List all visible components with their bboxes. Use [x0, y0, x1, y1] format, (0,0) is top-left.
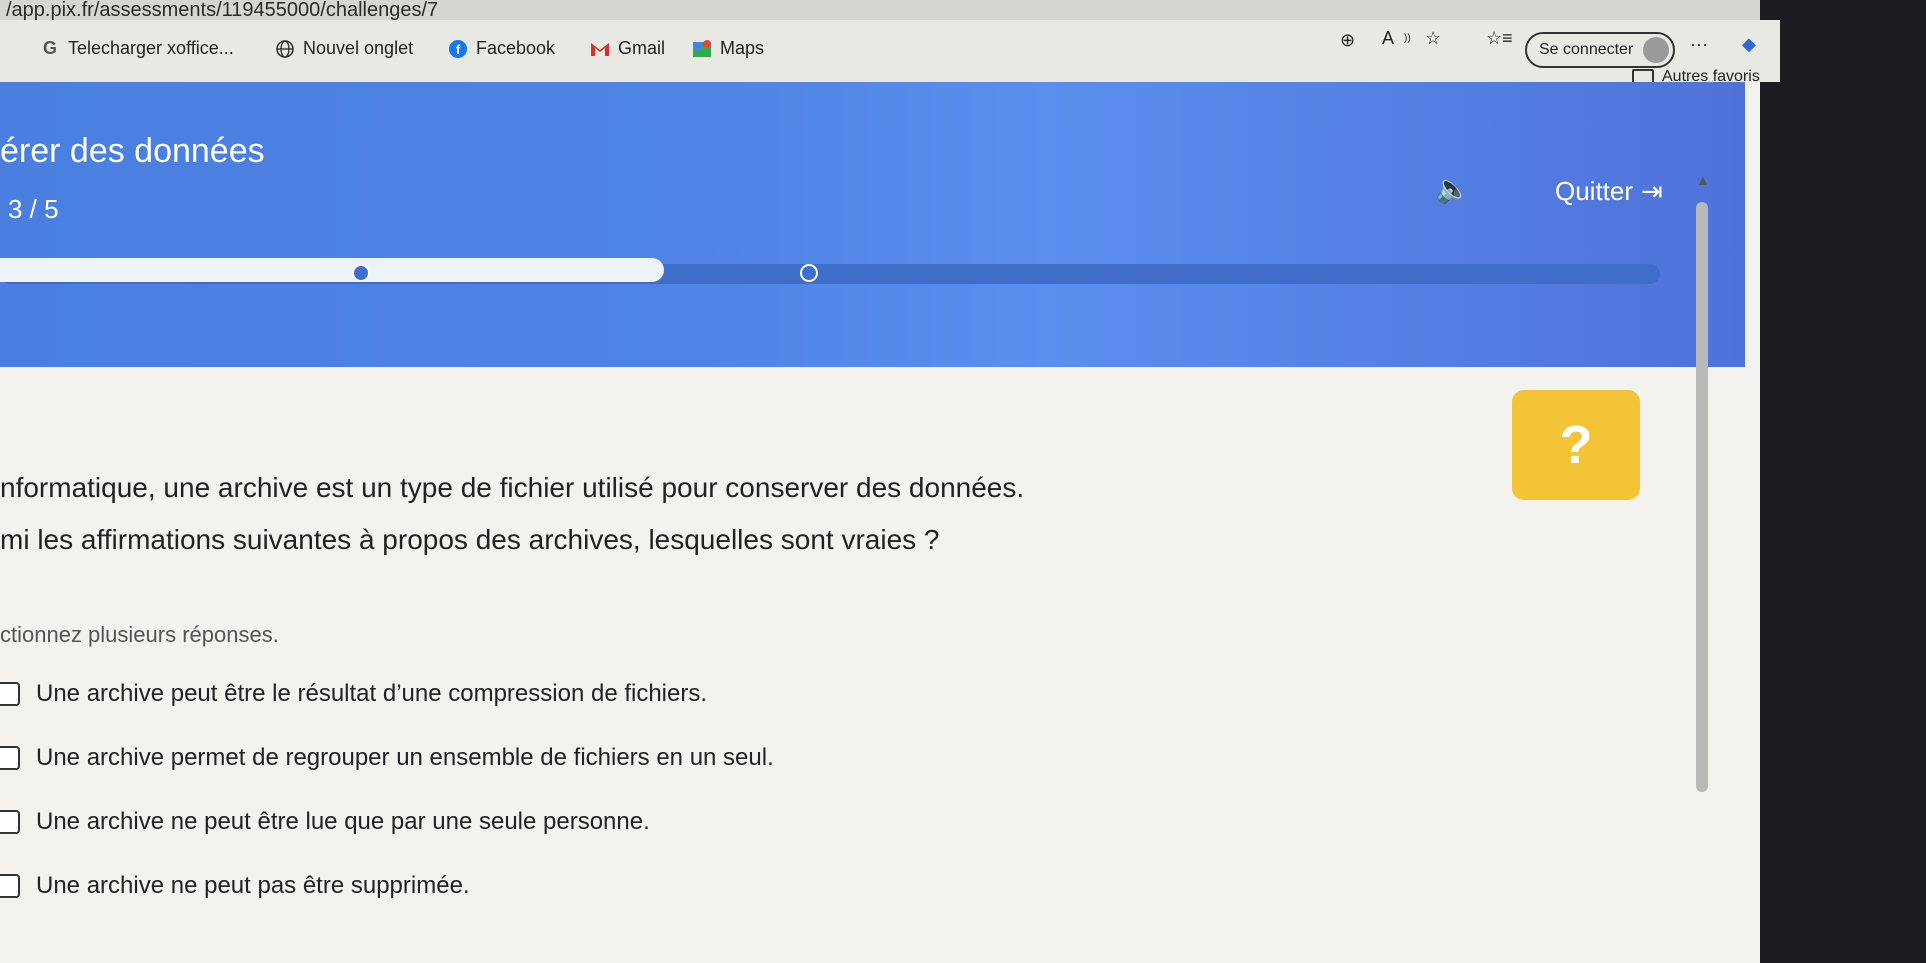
favorites-bar: G Telecharger xoffice... Nouvel onglet f…: [0, 20, 1780, 86]
sign-in-label: Se connecter: [1539, 41, 1634, 58]
globe-icon: [275, 39, 295, 59]
option-1[interactable]: Une archive peut être le résultat d’une …: [0, 680, 707, 708]
svg-text:f: f: [456, 42, 461, 57]
question-mark-icon: ?: [1559, 415, 1593, 475]
progress-bar: [0, 258, 664, 282]
page-title: érer des données: [0, 132, 265, 170]
read-aloud-icon[interactable]: A)): [1382, 28, 1411, 49]
address-bar[interactable]: /app.pix.fr/assessments/119455000/challe…: [0, 0, 1760, 20]
option-label: Une archive permet de regrouper un ensem…: [36, 744, 774, 771]
quit-label: Quitter: [1555, 176, 1634, 206]
gmail-icon: [590, 39, 610, 59]
scrollbar[interactable]: [1696, 202, 1708, 792]
question-intro: nformatique, une archive est un type de …: [0, 472, 1025, 503]
copilot-icon[interactable]: ◆: [1742, 34, 1756, 55]
bookmark-label: Maps: [720, 38, 765, 58]
page-content: érer des données 3 / 5 🔈 Quitter ⇥ ? nfo…: [0, 82, 1760, 963]
bookmark-label: Gmail: [618, 38, 666, 58]
facebook-icon: f: [448, 39, 468, 59]
progress-step-dot: [800, 264, 818, 282]
option-4[interactable]: Une archive ne peut pas être supprimée.: [0, 872, 470, 900]
bookmark-label: Telecharger xoffice...: [68, 38, 234, 58]
bookmark-telecharger[interactable]: G Telecharger xoffice...: [40, 38, 234, 59]
exit-icon: ⇥: [1641, 176, 1663, 206]
maps-icon: [692, 39, 712, 59]
zoom-icon[interactable]: ⊕: [1340, 30, 1355, 51]
bookmark-maps[interactable]: Maps: [692, 38, 764, 59]
help-button[interactable]: ?: [1512, 390, 1640, 500]
more-menu-icon[interactable]: ···: [1690, 34, 1708, 55]
bookmark-label: Nouvel onglet: [303, 38, 414, 58]
option-label: Une archive ne peut être lue que par une…: [36, 808, 650, 835]
sign-in-button[interactable]: Se connecter: [1525, 32, 1675, 68]
option-2[interactable]: Une archive permet de regrouper un ensem…: [0, 744, 774, 772]
challenge-header: érer des données 3 / 5 🔈 Quitter ⇥: [0, 82, 1745, 367]
favorite-star-icon[interactable]: ☆: [1425, 28, 1441, 49]
option-label: Une archive peut être le résultat d’une …: [36, 680, 708, 707]
bookmark-nouvel-onglet[interactable]: Nouvel onglet: [275, 38, 413, 59]
bookmark-label: Facebook: [476, 38, 556, 58]
question-counter: 3 / 5: [8, 194, 59, 224]
option-label: Une archive ne peut pas être supprimée.: [36, 872, 470, 899]
checkbox[interactable]: [0, 874, 20, 898]
option-3[interactable]: Une archive ne peut être lue que par une…: [0, 808, 650, 836]
speaker-icon[interactable]: 🔈: [1435, 172, 1470, 205]
instructions: ctionnez plusieurs réponses.: [0, 622, 279, 647]
checkbox[interactable]: [0, 746, 20, 770]
progress-step-dot: [352, 264, 370, 282]
checkbox[interactable]: [0, 682, 20, 706]
url-text: /app.pix.fr/assessments/119455000/challe…: [6, 0, 439, 21]
quit-button[interactable]: Quitter ⇥: [1555, 176, 1663, 207]
avatar: [1643, 37, 1670, 63]
checkbox[interactable]: [0, 810, 20, 834]
question-prompt: mi les affirmations suivantes à propos d…: [0, 524, 940, 555]
scroll-up-icon[interactable]: ▲: [1696, 172, 1710, 188]
bookmark-gmail[interactable]: Gmail: [590, 38, 665, 59]
favorites-list-icon[interactable]: ☆≡: [1486, 28, 1513, 49]
google-icon: G: [42, 38, 57, 58]
bookmark-facebook[interactable]: f Facebook: [448, 38, 555, 59]
